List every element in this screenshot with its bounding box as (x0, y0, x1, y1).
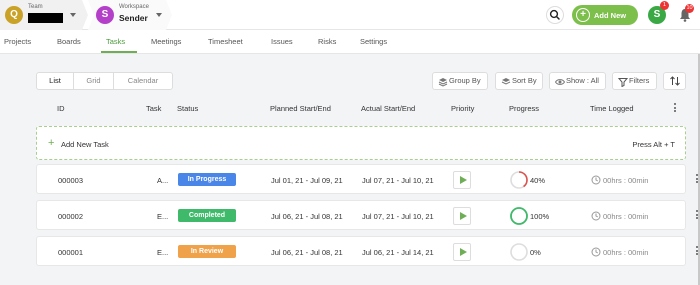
clock-icon (591, 211, 601, 221)
progress-percent: 40% (530, 176, 546, 185)
group-by-label: Group By (449, 76, 481, 85)
user-badge: 1 (660, 1, 669, 10)
task-name[interactable]: E... (157, 212, 168, 221)
group-by-button[interactable]: Group By (432, 72, 488, 90)
planned-dates: Jul 06, 21 - Jul 08, 21 (271, 212, 343, 221)
sort-by-label: Sort By (512, 76, 537, 85)
add-new-button[interactable]: + Add New (572, 5, 638, 25)
priority-button[interactable] (453, 171, 471, 189)
flag-icon (460, 212, 467, 220)
priority-button[interactable] (453, 243, 471, 261)
team-name-redacted (28, 13, 63, 23)
planned-dates: Jul 01, 21 - Jul 09, 21 (271, 176, 343, 185)
table-row[interactable]: 000001 E... In Review Jul 06, 21 - Jul 0… (36, 236, 698, 266)
show-label: Show : All (566, 76, 599, 85)
tab-issues[interactable]: Issues (271, 37, 293, 46)
status-badge[interactable]: In Progress (178, 173, 236, 186)
team-switcher[interactable]: Q Team (0, 0, 88, 30)
show-filter-button[interactable]: Show : All (549, 72, 606, 90)
task-name[interactable]: E... (157, 248, 168, 257)
plus-icon: + (48, 137, 55, 149)
chevron-down-icon (156, 13, 162, 17)
task-id: 000002 (58, 212, 84, 221)
add-task-label: Add New Task (61, 140, 109, 149)
column-header-task[interactable]: Task (146, 104, 161, 113)
notification-badge: 10 (685, 4, 694, 13)
column-header-id[interactable]: ID (57, 104, 65, 113)
workspace-name: Sender (119, 13, 148, 23)
search-icon (549, 9, 560, 20)
planned-dates: Jul 06, 21 - Jul 08, 21 (271, 248, 343, 257)
tab-settings[interactable]: Settings (360, 37, 387, 46)
tab-meetings[interactable]: Meetings (151, 37, 181, 46)
top-bar: Q Team S Workspace Sender + Add New S 1 … (0, 0, 700, 30)
clock-icon (591, 247, 601, 257)
search-button[interactable] (546, 6, 564, 24)
flag-icon (460, 176, 467, 184)
column-header-time-logged[interactable]: Time Logged (590, 104, 634, 113)
view-list[interactable]: List (36, 72, 74, 90)
sort-by-button[interactable]: Sort By (495, 72, 543, 90)
column-header-status[interactable]: Status (177, 104, 198, 113)
column-header-progress[interactable]: Progress (509, 104, 539, 113)
team-avatar: Q (5, 6, 23, 24)
time-logged: 00hrs : 00min (603, 176, 649, 185)
view-calendar[interactable]: Calendar (113, 72, 173, 90)
filters-label: Filters (629, 76, 650, 85)
plus-icon: + (576, 8, 590, 22)
task-name[interactable]: A... (157, 176, 168, 185)
tab-boards[interactable]: Boards (57, 37, 81, 46)
team-caption: Team (28, 4, 43, 10)
active-tab-indicator (101, 51, 137, 53)
sort-order-button[interactable] (663, 72, 686, 90)
filter-icon (618, 78, 628, 87)
tab-tasks[interactable]: Tasks (106, 37, 125, 46)
filters-button[interactable]: Filters (612, 72, 657, 90)
progress-ring-fill (510, 207, 528, 225)
progress-ring-track (510, 243, 528, 261)
tab-projects[interactable]: Projects (4, 37, 31, 46)
status-badge[interactable]: In Review (178, 245, 236, 258)
status-badge[interactable]: Completed (178, 209, 236, 222)
column-header-planned[interactable]: Planned Start/End (270, 104, 331, 113)
column-header-actual[interactable]: Actual Start/End (361, 104, 415, 113)
workspace-caption: Workspace (119, 4, 149, 10)
module-tabs: Projects Boards Tasks Meetings Timesheet… (0, 30, 700, 54)
progress-ring (510, 207, 528, 225)
table-row[interactable]: 000003 A... In Progress Jul 01, 21 - Jul… (36, 164, 698, 194)
add-task-shortcut-hint: Press Alt + T (632, 140, 675, 149)
table-row[interactable]: 000002 E... Completed Jul 06, 21 - Jul 0… (36, 200, 698, 230)
progress-percent: 0% (530, 248, 541, 257)
workspace-switcher[interactable]: S Workspace Sender (88, 0, 172, 30)
priority-button[interactable] (453, 207, 471, 225)
view-grid[interactable]: Grid (73, 72, 114, 90)
actual-dates: Jul 06, 21 - Jul 14, 21 (362, 248, 434, 257)
time-logged: 00hrs : 00min (603, 212, 649, 221)
sort-arrows-icon (670, 76, 680, 86)
time-logged: 00hrs : 00min (603, 248, 649, 257)
eye-icon (555, 79, 565, 85)
actual-dates: Jul 07, 21 - Jul 10, 21 (362, 176, 434, 185)
task-id: 000001 (58, 248, 84, 257)
sort-icon (501, 78, 511, 85)
add-new-task-row[interactable]: + Add New Task Press Alt + T (36, 126, 686, 160)
column-options-icon[interactable] (674, 103, 676, 114)
tab-timesheet[interactable]: Timesheet (208, 37, 243, 46)
clock-icon (591, 175, 601, 185)
layers-icon (438, 78, 448, 87)
actual-dates: Jul 07, 21 - Jul 10, 21 (362, 212, 434, 221)
add-new-label: Add New (594, 11, 627, 20)
column-header-priority[interactable]: Priority (451, 104, 474, 113)
flag-icon (460, 248, 467, 256)
workspace-avatar: S (96, 6, 114, 24)
chevron-down-icon (70, 13, 76, 17)
progress-ring (510, 243, 528, 261)
task-id: 000003 (58, 176, 84, 185)
progress-ring (510, 171, 528, 189)
tab-risks[interactable]: Risks (318, 37, 336, 46)
progress-percent: 100% (530, 212, 550, 221)
